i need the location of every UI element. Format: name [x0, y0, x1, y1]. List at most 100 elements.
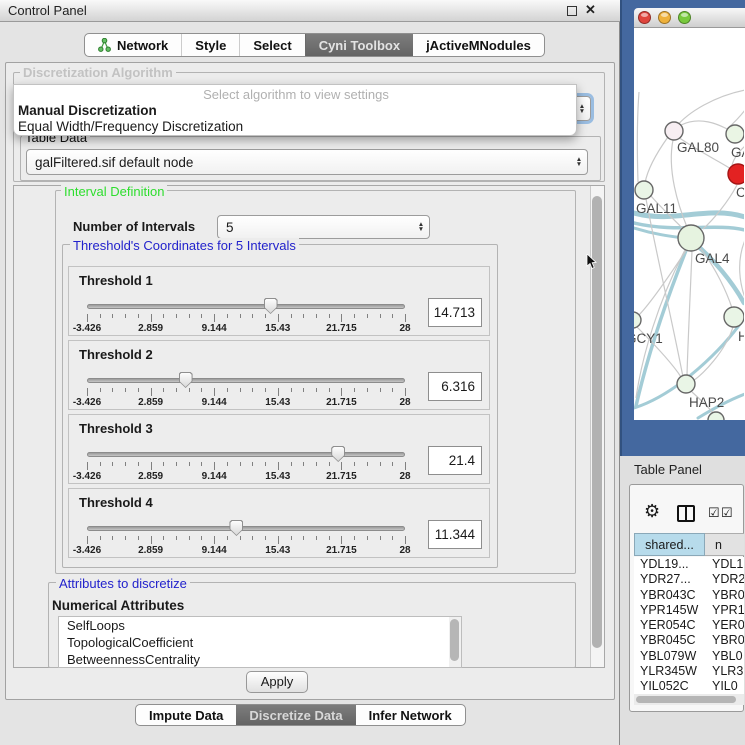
cell-name[interactable]: YBL0: [705, 649, 744, 664]
cell-shared-name[interactable]: YBL079W: [634, 649, 705, 664]
numerical-attributes-heading: Numerical Attributes: [52, 598, 184, 613]
cell-shared-name[interactable]: YDL19...: [634, 557, 705, 572]
node-label: C: [736, 185, 745, 200]
tab-label: Select: [253, 38, 291, 53]
threshold-slider-track[interactable]: [87, 304, 405, 309]
network-node[interactable]: [708, 412, 724, 428]
table-row[interactable]: YBL079WYBL0: [634, 649, 744, 664]
table-row[interactable]: YDL19...YDL1: [634, 557, 744, 572]
threshold-value-field[interactable]: 11.344: [428, 520, 482, 549]
threshold-slider-track[interactable]: [87, 526, 405, 531]
tab-discretize-data[interactable]: Discretize Data: [236, 705, 355, 725]
threshold-value-field[interactable]: 6.316: [428, 372, 482, 401]
threshold-value-field[interactable]: 14.713: [428, 298, 482, 327]
threshold-slider-ticks: [87, 388, 405, 397]
cell-name[interactable]: YPR1: [705, 603, 744, 618]
column-header-shared-name[interactable]: shared...: [634, 533, 705, 556]
cell-name[interactable]: YBR0: [705, 633, 744, 648]
threshold-row: Threshold 4 -3.4262.8599.14415.4321.7152…: [68, 488, 490, 558]
threshold-slider-thumb[interactable]: [331, 446, 345, 462]
table-data-value: galFiltered.sif default node: [27, 155, 571, 170]
tab-impute-data[interactable]: Impute Data: [136, 705, 236, 725]
network-node[interactable]: [678, 225, 704, 251]
numerical-attributes-list[interactable]: SelfLoopsTopologicalCoefficientBetweenne…: [58, 616, 462, 668]
threshold-rows: Threshold 1 -3.4262.8599.14415.4321.7152…: [68, 266, 490, 562]
table-hscrollbar-thumb[interactable]: [636, 696, 736, 703]
network-node[interactable]: [724, 307, 744, 327]
dropdown-option-manual-discretization[interactable]: Manual Discretization: [18, 103, 157, 118]
node-label: H: [738, 329, 745, 344]
tab-label: Style: [195, 38, 226, 53]
network-node[interactable]: [665, 122, 683, 140]
table-data-combobox[interactable]: galFiltered.sif default node ▲▼: [26, 149, 588, 175]
threshold-slider-tick-labels: -3.4262.8599.14415.4321.71528: [87, 323, 405, 335]
attributes-list-scrollbar-thumb[interactable]: [450, 619, 459, 661]
threshold-slider-tick-labels: -3.4262.8599.14415.4321.71528: [87, 397, 405, 409]
cell-shared-name[interactable]: YPR145W: [634, 603, 705, 618]
float-window-icon[interactable]: [567, 6, 577, 16]
cell-shared-name[interactable]: YIL052C: [634, 679, 705, 694]
cell-shared-name[interactable]: YBR043C: [634, 588, 705, 603]
attributes-group-title: Attributes to discretize: [56, 576, 190, 591]
list-item[interactable]: BetweennessCentrality: [59, 651, 461, 668]
network-node[interactable]: [635, 181, 653, 199]
split-columns-icon[interactable]: [677, 505, 695, 522]
cell-name[interactable]: YBR0: [705, 588, 744, 603]
threshold-row: Threshold 1 -3.4262.8599.14415.4321.7152…: [68, 266, 490, 336]
dropdown-option-equal-width-frequency[interactable]: Equal Width/Frequency Discretization: [18, 119, 243, 134]
table-row[interactable]: YIL052CYIL0: [634, 679, 744, 694]
threshold-row: Threshold 2 -3.4262.8599.14415.4321.7152…: [68, 340, 490, 410]
cell-name[interactable]: YDL1: [705, 557, 744, 572]
tab-jactivemnodules[interactable]: jActiveMNodules: [413, 34, 544, 56]
cell-name[interactable]: YDR2: [705, 572, 744, 587]
threshold-row: Threshold 3 -3.4262.8599.14415.4321.7152…: [68, 414, 490, 484]
threshold-slider-ticks: [87, 314, 405, 323]
cell-shared-name[interactable]: YER054C: [634, 618, 705, 633]
dropdown-prompt: Select algorithm to view settings: [14, 87, 578, 102]
tab-select[interactable]: Select: [239, 34, 304, 56]
cell-name[interactable]: YER0: [705, 618, 744, 633]
tab-infer-network[interactable]: Infer Network: [356, 705, 465, 725]
checkbox-icon[interactable]: ☑: [721, 505, 733, 521]
threshold-slider-track[interactable]: [87, 378, 405, 383]
tab-cyni-toolbox[interactable]: Cyni Toolbox: [305, 34, 413, 56]
table-row[interactable]: YBR045CYBR0: [634, 633, 744, 648]
threshold-slider-thumb[interactable]: [264, 298, 278, 314]
table-row[interactable]: YDR27...YDR2: [634, 572, 744, 587]
tab-label: Impute Data: [149, 708, 223, 723]
cell-shared-name[interactable]: YLR345W: [634, 664, 705, 679]
node-label: GAL80: [677, 140, 719, 155]
gear-icon[interactable]: ⚙: [644, 501, 660, 522]
network-node[interactable]: [677, 375, 695, 393]
node-label: GCY1: [626, 331, 663, 346]
number-of-intervals-combobox[interactable]: 5 ▲▼: [217, 215, 430, 239]
threshold-slider-track[interactable]: [87, 452, 405, 457]
network-node[interactable]: [726, 125, 744, 143]
cell-name[interactable]: YIL0: [705, 679, 744, 694]
threshold-value-field[interactable]: 21.4: [428, 446, 482, 475]
tab-network[interactable]: Network: [85, 34, 181, 56]
list-item[interactable]: TopologicalCoefficient: [59, 634, 461, 651]
table-row[interactable]: YBR043CYBR0: [634, 588, 744, 603]
tab-style[interactable]: Style: [181, 34, 239, 56]
cell-name[interactable]: YLR3: [705, 664, 744, 679]
table-row[interactable]: YLR345WYLR3: [634, 664, 744, 679]
close-icon[interactable]: ✕: [585, 2, 596, 18]
threshold-label: Threshold 1: [79, 273, 153, 288]
node-label: GA: [731, 145, 745, 160]
list-item[interactable]: SelfLoops: [59, 617, 461, 634]
cell-shared-name[interactable]: YDR27...: [634, 572, 705, 587]
threshold-label: Threshold 4: [79, 495, 153, 510]
network-node[interactable]: [625, 312, 641, 328]
table-row[interactable]: YER054CYER0: [634, 618, 744, 633]
apply-button[interactable]: Apply: [246, 671, 308, 693]
threshold-slider-thumb[interactable]: [229, 520, 243, 536]
table-row[interactable]: YPR145WYPR1: [634, 603, 744, 618]
threshold-slider-thumb[interactable]: [179, 372, 193, 388]
column-header-name[interactable]: n: [705, 533, 744, 556]
control-panel-titlebar: Control Panel ✕: [0, 0, 620, 22]
cell-shared-name[interactable]: YBR045C: [634, 633, 705, 648]
checkbox-icon[interactable]: ☑: [708, 505, 720, 521]
network-node[interactable]: [728, 164, 745, 184]
network-icon: [98, 38, 111, 52]
